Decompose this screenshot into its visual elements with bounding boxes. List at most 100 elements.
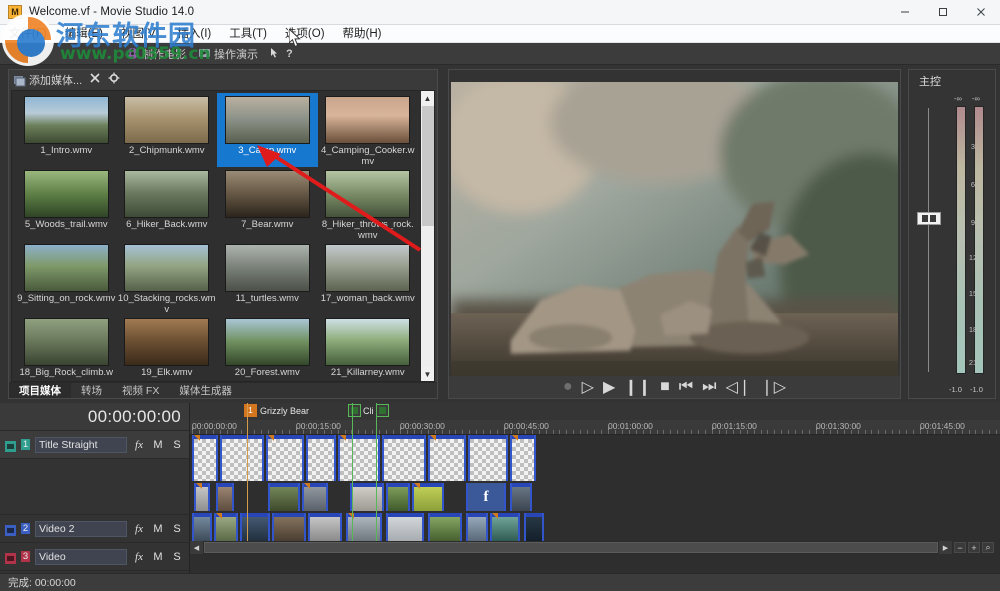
media-item[interactable]: 11_turtles.wmv [217,241,318,315]
menu-item-tools[interactable]: 工具(T) [220,25,276,43]
media-item[interactable]: 4_Camping_Cooker.wmv [318,93,419,167]
timeline-clip[interactable] [510,483,532,511]
scroll-left-icon[interactable]: ◀ [190,541,203,554]
track-row-1[interactable] [190,435,1000,481]
timeline-clip[interactable] [386,513,424,541]
track-mute-button-2[interactable]: M [151,523,165,535]
media-item[interactable]: 20_Forest.wmv [217,315,318,381]
tab-video-fx[interactable]: 视频 FX [112,383,169,398]
step-forward-button[interactable]: ❘▷ [760,377,786,397]
timeline-clip[interactable] [490,513,520,541]
tab-project-media[interactable]: 项目媒体 [9,383,71,398]
timeline-clip[interactable] [306,435,336,481]
timeline-clip[interactable] [412,483,444,511]
playhead-cursor[interactable] [247,403,248,541]
step-back-button[interactable]: ◁❘ [726,377,752,397]
track-fx-button-1[interactable]: fx [132,439,146,451]
clip-fade-handle[interactable] [348,513,354,519]
menu-item-view[interactable]: 视图(V) [112,25,168,43]
scrollbar-thumb[interactable] [421,106,434,226]
gear-icon[interactable] [108,71,120,89]
previous-frame-button[interactable]: ⏮ [679,378,693,396]
menu-item-file[interactable]: 文件(F) [0,25,56,43]
track-name-1[interactable]: Title Straight [35,436,127,453]
timeline-clip[interactable] [428,513,462,541]
hscrollbar-thumb[interactable] [204,542,938,553]
zoom-tool-button[interactable]: ⌕ [982,542,994,553]
region-cli[interactable]: Cli [348,404,389,417]
preview-video-area[interactable] [451,82,898,376]
menu-item-edit[interactable]: 编辑(E) [56,25,112,43]
media-item[interactable]: 1_Intro.wmv [16,93,117,167]
close-icon[interactable] [962,0,1000,25]
stop-button[interactable]: ■ [660,378,670,396]
clip-fade-handle[interactable] [196,483,202,489]
track-header-1[interactable]: 1 Title Straight fx M S [0,431,189,459]
timeline-clip[interactable] [194,483,210,511]
clip-fade-handle[interactable] [268,435,274,441]
menu-item-insert[interactable]: 插入(I) [168,25,220,43]
media-item[interactable]: 19_Elk.wmv [117,315,218,381]
timeline-horizontal-scrollbar[interactable]: ◀ ▶ [190,541,952,554]
clip-fade-handle[interactable] [492,513,498,519]
media-bin-scrollbar[interactable]: ▲ ▼ [420,91,434,381]
track-name-3[interactable]: Video [35,548,127,565]
media-item[interactable]: 10_Stacking_rocks.wmv [117,241,218,315]
track-row-2[interactable]: f [190,483,1000,511]
play-from-start-button[interactable]: ▷ [582,377,594,397]
timeline-clip[interactable] [214,513,238,541]
make-movie-button[interactable]: 制作电影 [120,44,192,64]
track-fx-button-2[interactable]: fx [132,523,146,535]
timeline-clip[interactable] [338,435,380,481]
media-item[interactable]: 5_Woods_trail.wmv [16,167,117,241]
zoom-out-button[interactable]: − [954,542,966,553]
track-mute-button-1[interactable]: M [151,439,165,451]
media-item[interactable]: 17_woman_back.wmv [318,241,419,315]
fader-knob[interactable] [917,212,941,225]
add-media-button[interactable]: 添加媒体... [13,72,82,88]
clip-fade-handle[interactable] [194,435,200,441]
scroll-down-icon[interactable]: ▼ [420,367,434,381]
media-item-selected[interactable]: 3_Camp.wmv [217,93,318,167]
timeline-clip[interactable] [268,483,300,511]
remove-media-icon[interactable] [89,71,101,89]
timeline-clip[interactable] [524,513,544,541]
master-fader[interactable] [909,90,949,396]
media-item[interactable]: 18_Big_Rock_climb.wmv [16,315,117,381]
pause-button[interactable]: ❙❙ [624,377,651,397]
timeline-clip[interactable] [468,435,508,481]
timeline-clip[interactable] [510,435,536,481]
timeline-clip[interactable] [192,435,218,481]
marker-grizzly-bear[interactable]: 1 Grizzly Bear [244,404,309,417]
timeline-clip[interactable] [382,435,426,481]
tab-media-generators[interactable]: 媒体生成器 [169,383,242,398]
track-solo-button-2[interactable]: S [170,523,184,535]
clip-fade-handle[interactable] [340,435,346,441]
tab-transitions[interactable]: 转场 [71,383,112,398]
timeline-clip[interactable] [220,435,264,481]
track-solo-button-3[interactable]: S [170,551,184,563]
next-frame-button[interactable]: ⏭ [702,378,716,396]
media-item[interactable]: 2_Chipmunk.wmv [117,93,218,167]
clip-fade-handle[interactable] [512,435,518,441]
play-button[interactable]: ▶ [603,377,615,397]
track-row-3[interactable] [190,513,1000,541]
timeline-clip[interactable] [428,435,466,481]
media-item[interactable]: 8_Hiker_throws_rock.wmv [318,167,419,241]
show-me-how-button[interactable]: 操作演示 [192,44,264,64]
marker-bar[interactable]: 1 Grizzly Bear Cli [190,403,1000,420]
media-item[interactable]: 7_Bear.wmv [217,167,318,241]
media-item[interactable]: 9_Sitting_on_rock.wmv [16,241,117,315]
media-item[interactable]: 6_Hiker_Back.wmv [117,167,218,241]
clip-fade-handle[interactable] [430,435,436,441]
timeline-clip[interactable]: f [466,483,506,511]
track-header-3[interactable]: 3 Video fx M S [0,543,189,571]
scroll-right-icon[interactable]: ▶ [939,541,952,554]
record-button[interactable]: ● [563,378,573,396]
track-solo-button-1[interactable]: S [170,439,184,451]
timeline-clip[interactable] [216,483,234,511]
timeline-clip[interactable] [466,513,488,541]
maximize-icon[interactable] [924,0,962,25]
zoom-in-button[interactable]: + [968,542,980,553]
timeline-clip[interactable] [240,513,270,541]
